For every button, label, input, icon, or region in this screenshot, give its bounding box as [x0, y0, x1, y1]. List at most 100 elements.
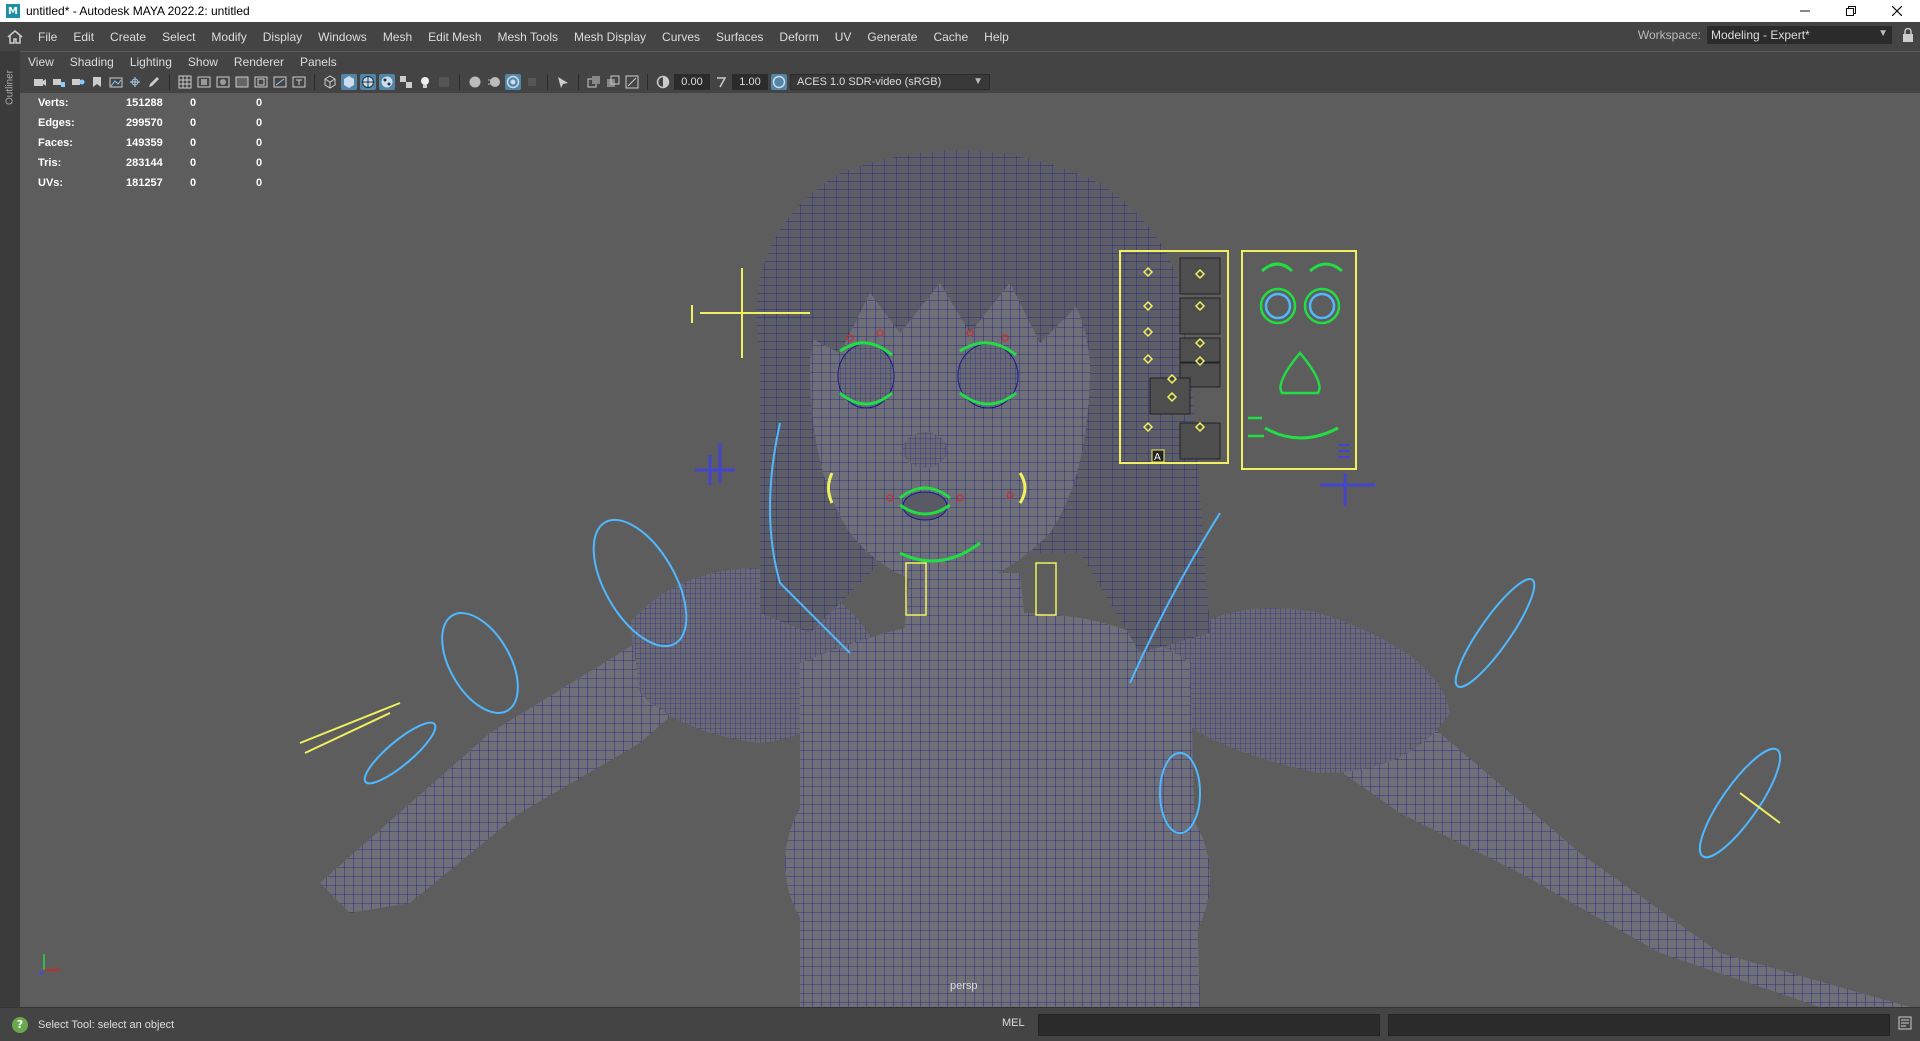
character-scene[interactable]: A	[20, 93, 1920, 1007]
restore-button[interactable]	[1828, 0, 1874, 22]
hud-uv: 0	[256, 137, 263, 149]
safe-action-button[interactable]	[272, 74, 288, 90]
home-button[interactable]	[0, 22, 30, 51]
lock-camera-button[interactable]	[51, 74, 67, 90]
rig-face-slider-track	[1179, 297, 1221, 335]
rig-face-gui-mouth	[1264, 426, 1339, 440]
menu-curves[interactable]: Curves	[654, 30, 708, 44]
hud-value: 283144	[126, 157, 163, 169]
select-camera-button[interactable]	[32, 74, 48, 90]
camera-attributes-button[interactable]	[70, 74, 86, 90]
toolbar-divider	[547, 74, 548, 90]
mel-language-toggle[interactable]: MEL	[1002, 1017, 1025, 1029]
chevron-down-icon: ▼	[973, 76, 983, 87]
bookmark-button[interactable]	[89, 74, 105, 90]
chevron-down-icon: ▼	[1878, 28, 1888, 39]
depth-of-field-button[interactable]	[524, 74, 540, 90]
motion-blur-button[interactable]	[486, 74, 502, 90]
menu-uv[interactable]: UV	[827, 30, 860, 44]
panel-menu-shading[interactable]: Shading	[62, 55, 122, 69]
menu-cache[interactable]: Cache	[925, 30, 976, 44]
panel-menu-panels[interactable]: Panels	[292, 55, 345, 69]
menu-modify[interactable]: Modify	[203, 30, 254, 44]
camera-name-label: persp	[950, 980, 978, 992]
gamma-button[interactable]	[713, 74, 729, 90]
script-editor-icon	[1898, 1016, 1912, 1030]
wireframe-cube-icon	[324, 75, 336, 89]
hud-label: Faces:	[38, 137, 73, 149]
lock-button[interactable]	[1902, 27, 1914, 45]
menu-mesh[interactable]: Mesh	[375, 30, 420, 44]
xray-button[interactable]	[586, 74, 602, 90]
gate-mask-button[interactable]	[234, 74, 250, 90]
shaded-cube-icon	[344, 76, 354, 88]
film-gate-button[interactable]	[196, 74, 212, 90]
lock-icon	[1903, 27, 1913, 42]
view-transform-dropdown[interactable]: ACES 1.0 SDR-video (sRGB) ▼	[790, 74, 990, 90]
toolbar-divider	[169, 74, 170, 90]
image-plane-button[interactable]	[108, 74, 124, 90]
perspective-viewport[interactable]: A Verts: 151288 0 0 Edges: 299570 0 0 Fa…	[20, 93, 1920, 1007]
panel-menu-show[interactable]: Show	[180, 55, 226, 69]
menu-mesh-tools[interactable]: Mesh Tools	[490, 30, 566, 44]
menu-file[interactable]: File	[30, 30, 65, 44]
menu-mesh-display[interactable]: Mesh Display	[566, 30, 654, 44]
menu-windows[interactable]: Windows	[310, 30, 375, 44]
panel-menu-view[interactable]: View	[20, 55, 62, 69]
gate-mask-icon	[235, 76, 249, 88]
menu-surfaces[interactable]: Surfaces	[708, 30, 771, 44]
grid-toggle-button[interactable]	[177, 74, 193, 90]
isolate-select-button[interactable]	[555, 74, 571, 90]
menu-help[interactable]: Help	[976, 30, 1017, 44]
lights-button[interactable]	[417, 74, 433, 90]
ambient-occlusion-button[interactable]	[467, 74, 483, 90]
menu-deform[interactable]: Deform	[771, 30, 826, 44]
grease-pencil-button[interactable]	[146, 74, 162, 90]
rig-face-slider-track	[1179, 422, 1221, 460]
isolate-select-icon	[558, 77, 568, 88]
wireframe-on-shaded-button[interactable]	[360, 74, 376, 90]
xray-active-components-button[interactable]	[605, 74, 621, 90]
close-button[interactable]	[1874, 0, 1920, 22]
panel-menu-renderer[interactable]: Renderer	[226, 55, 292, 69]
use-all-lights-button[interactable]	[398, 74, 414, 90]
outliner-tab[interactable]: Outliner	[2, 57, 18, 117]
color-management-button[interactable]	[771, 74, 787, 90]
menu-edit-mesh[interactable]: Edit Mesh	[420, 30, 489, 44]
panel-menu-lighting[interactable]: Lighting	[122, 55, 180, 69]
menu-generate[interactable]: Generate	[859, 30, 925, 44]
help-icon: ?	[12, 1016, 28, 1033]
exposure-field[interactable]: 0.00	[674, 74, 710, 90]
menu-display[interactable]: Display	[255, 30, 310, 44]
command-line-input[interactable]	[1038, 1014, 1380, 1036]
menu-create[interactable]: Create	[102, 30, 154, 44]
safe-title-button[interactable]	[291, 74, 307, 90]
resolution-gate-button[interactable]	[215, 74, 231, 90]
wire-on-shaded-icon	[362, 76, 374, 88]
smooth-shade-button[interactable]	[341, 74, 357, 90]
anti-aliasing-button[interactable]	[505, 74, 521, 90]
xray-joints-button[interactable]	[624, 74, 640, 90]
left-dock-strip: Outliner	[0, 51, 20, 1007]
hud-value: 181257	[126, 177, 163, 189]
two-d-pan-zoom-button[interactable]	[127, 74, 143, 90]
rig-face-gui-eye-left-inner	[1264, 292, 1292, 320]
minimize-button[interactable]	[1782, 0, 1828, 22]
workspace-dropdown[interactable]: Modeling - Expert* ▼	[1707, 26, 1892, 44]
hud-selected: 0	[190, 157, 197, 169]
textured-button[interactable]	[379, 74, 395, 90]
wireframe-button[interactable]	[322, 74, 338, 90]
rig-neck-control-right	[1035, 562, 1057, 616]
shadows-button[interactable]	[436, 74, 452, 90]
script-editor-button[interactable]	[1898, 1016, 1912, 1033]
field-chart-button[interactable]	[253, 74, 269, 90]
help-and-command-line: ? Select Tool: select an object MEL	[0, 1007, 1920, 1041]
color-management-icon	[772, 75, 786, 89]
menu-select[interactable]: Select	[154, 30, 203, 44]
menu-edit[interactable]: Edit	[65, 30, 102, 44]
hud-label: Verts:	[38, 97, 69, 109]
xray-components-icon	[607, 75, 620, 87]
character-mouth	[902, 491, 948, 521]
gamma-field[interactable]: 1.00	[732, 74, 768, 90]
exposure-button[interactable]	[655, 74, 671, 90]
